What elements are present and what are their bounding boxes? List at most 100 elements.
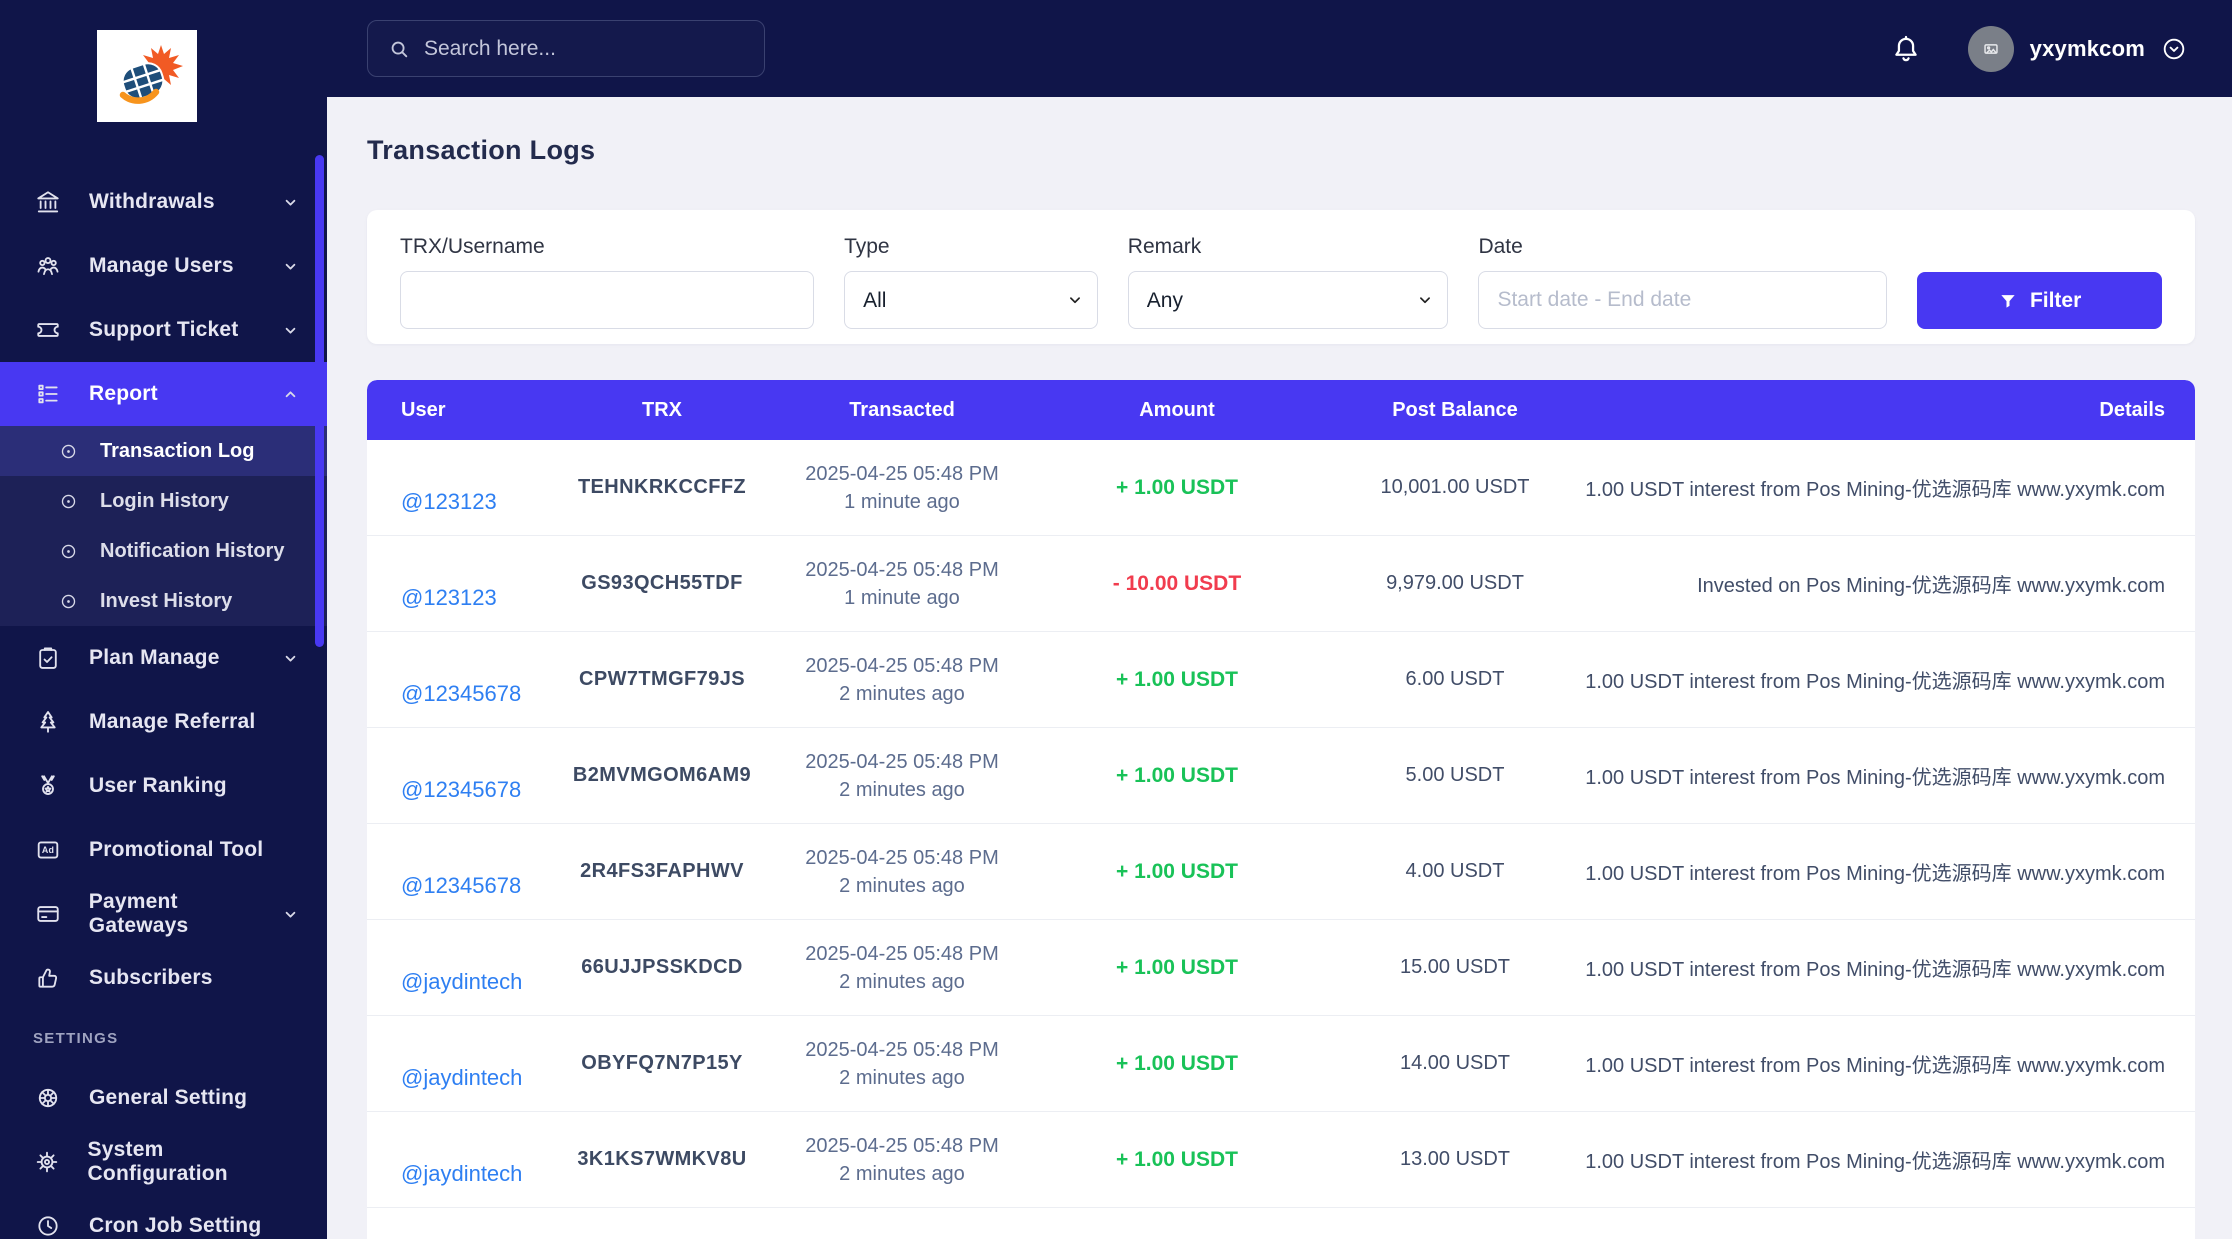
amount-value: + 1.00 USDT <box>1116 859 1238 883</box>
transacted-ago: 1 minute ago <box>844 586 960 609</box>
sidebar-item-label: Manage Users <box>89 254 234 277</box>
remark-label: Remark <box>1127 235 1202 258</box>
sidebar-item-label: Plan Manage <box>89 646 220 669</box>
user-link[interactable]: @12345678 <box>401 873 521 898</box>
transacted-ago: 1 minute ago <box>844 490 960 513</box>
column-header-trx: TRX <box>642 398 682 421</box>
transacted-time: 2025-04-25 05:48 PM 2 minutes ago <box>787 1132 1017 1188</box>
bank-icon <box>33 189 63 215</box>
sidebar-subitem-transaction-log[interactable]: Transaction Log <box>0 426 327 476</box>
amount-value: + 1.00 USDT <box>1116 667 1238 691</box>
trx-code: OBYFQ7N7P15Y <box>581 1052 743 1074</box>
report-list-icon <box>33 381 63 407</box>
ticket-icon <box>33 317 63 343</box>
avatar <box>1967 25 2014 72</box>
sidebar-subitem-invest-history[interactable]: Invest History <box>0 576 327 626</box>
table-row: @12345678 CPW7TMGF79JS 2025-04-25 05:48 PM… <box>367 632 2195 728</box>
sidebar-subitem-login-history[interactable]: Login History <box>0 476 327 526</box>
sidebar-item-label: Login History <box>100 489 229 512</box>
image-placeholder-icon <box>1983 43 1998 54</box>
chevron-up-icon <box>282 386 299 403</box>
filter-button[interactable]: Filter <box>1917 272 2162 329</box>
brand-logo[interactable] <box>97 30 197 122</box>
details-text: 1.00 USDT interest from Pos Mining-优选源码库… <box>1585 863 2165 885</box>
post-balance-value: 13.00 USDT <box>1399 1148 1511 1170</box>
topbar: yxymkcom <box>327 0 2232 97</box>
transacted-time: 2025-04-25 05:48 PM 2 minutes ago <box>787 748 1017 804</box>
transacted-date: 2025-04-25 05:48 PM <box>805 1134 999 1157</box>
trx-username-input[interactable] <box>400 271 815 329</box>
table-row: @jaydintech 3K1KS7WMKV8U 2025-04-25 05:48 … <box>367 1112 2195 1208</box>
transactions-table: User TRX Transacted Amount Post Balance Detai… <box>367 380 2195 1239</box>
transacted-date: 2025-04-25 05:48 PM <box>805 558 999 581</box>
content: Transaction Logs TRX/Username Type All R… <box>327 97 2232 1239</box>
sidebar-item-label: Cron Job Setting <box>89 1214 262 1237</box>
transacted-date: 2025-04-25 05:48 PM <box>805 462 999 485</box>
type-select[interactable]: All <box>844 271 1098 329</box>
sidebar-item-withdrawals[interactable]: Withdrawals <box>0 170 327 234</box>
user-link[interactable]: @jaydintech <box>401 969 522 994</box>
details-text: 1.00 USDT interest from Pos Mining-优选源码库… <box>1585 959 2165 981</box>
ad-icon: Ad <box>33 837 63 863</box>
dot-circle-icon <box>56 592 80 611</box>
sidebar-item-manage-referral[interactable]: Manage Referral <box>0 690 327 754</box>
details-text: 1.00 USDT interest from Pos Mining-优选源码库… <box>1585 1055 2165 1077</box>
thumbs-up-icon <box>33 965 63 991</box>
table-body: @123123 TEHNKRKCCFFZ 2025-04-25 05:48 PM 1 … <box>367 440 2195 1208</box>
sidebar-item-support-ticket[interactable]: Support Ticket <box>0 298 327 362</box>
svg-text:Ad: Ad <box>42 845 54 855</box>
sidebar-scrollbar-thumb[interactable] <box>315 155 324 647</box>
sidebar-item-subscribers[interactable]: Subscribers <box>0 946 327 1010</box>
search-input[interactable] <box>424 36 746 61</box>
amount-value: + 1.00 USDT <box>1116 763 1238 787</box>
chevron-down-icon <box>282 650 299 667</box>
user-link[interactable]: @jaydintech <box>401 1161 522 1186</box>
transacted-time: 2025-04-25 05:48 PM 2 minutes ago <box>787 940 1017 996</box>
trx-code: B2MVMGOM6AM9 <box>572 764 752 786</box>
notification-bell-icon[interactable] <box>1890 33 1922 65</box>
dot-circle-icon <box>56 542 80 561</box>
sidebar-item-system-configuration[interactable]: System Configuration <box>0 1130 327 1194</box>
gear-icon <box>33 1149 62 1175</box>
user-link[interactable]: @12345678 <box>401 777 521 802</box>
sidebar-menu: Withdrawals Manage Users Support Ticket Rep… <box>0 170 327 1239</box>
sidebar-item-plan-manage[interactable]: Plan Manage <box>0 626 327 690</box>
user-link[interactable]: @jaydintech <box>401 1065 522 1090</box>
sidebar-item-report[interactable]: Report <box>0 362 327 426</box>
user-link[interactable]: @123123 <box>401 489 497 514</box>
sidebar-item-label: Report <box>89 382 158 405</box>
sidebar-item-promotional-tool[interactable]: Ad Promotional Tool <box>0 818 327 882</box>
sidebar-item-label: Support Ticket <box>89 318 239 341</box>
global-search[interactable] <box>367 20 765 77</box>
date-range-input[interactable] <box>1478 271 1888 329</box>
sidebar-item-cron-job-setting[interactable]: Cron Job Setting <box>0 1194 327 1239</box>
sidebar-subitem-notification-history[interactable]: Notification History <box>0 526 327 576</box>
sidebar-item-label: Promotional Tool <box>89 838 264 861</box>
details-text: 1.00 USDT interest from Pos Mining-优选源码库… <box>1585 767 2165 789</box>
transacted-date: 2025-04-25 05:48 PM <box>805 1038 999 1061</box>
transacted-time: 2025-04-25 05:48 PM 1 minute ago <box>787 556 1017 612</box>
trx-code: TEHNKRKCCFFZ <box>577 476 747 498</box>
transacted-time: 2025-04-25 05:48 PM 1 minute ago <box>787 460 1017 516</box>
sidebar: Withdrawals Manage Users Support Ticket Rep… <box>0 0 327 1239</box>
sidebar-item-payment-gateways[interactable]: Payment Gateways <box>0 882 327 946</box>
table-row: @jaydintech 66UJJPSSKDCD 2025-04-25 05:48 … <box>367 920 2195 1016</box>
transacted-time: 2025-04-25 05:48 PM 2 minutes ago <box>787 844 1017 900</box>
post-balance-value: 10,001.00 USDT <box>1380 476 1530 498</box>
user-link[interactable]: @12345678 <box>401 681 521 706</box>
column-header-details: Details <box>2099 398 2165 421</box>
user-menu[interactable]: yxymkcom <box>1967 25 2187 72</box>
referral-tree-icon <box>33 709 63 735</box>
sidebar-item-manage-users[interactable]: Manage Users <box>0 234 327 298</box>
sidebar-item-general-setting[interactable]: General Setting <box>0 1066 327 1130</box>
transacted-ago: 2 minutes ago <box>839 874 965 897</box>
dot-circle-icon <box>56 492 80 511</box>
trx-code: GS93QCH55TDF <box>581 572 743 594</box>
sidebar-item-user-ranking[interactable]: User Ranking <box>0 754 327 818</box>
sidebar-section-settings: SETTINGS <box>33 1029 119 1047</box>
table-row: @123123 TEHNKRKCCFFZ 2025-04-25 05:48 PM 1 … <box>367 440 2195 536</box>
user-link[interactable]: @123123 <box>401 585 497 610</box>
funnel-icon <box>2001 294 2015 308</box>
remark-select[interactable]: Any <box>1127 271 1449 329</box>
transacted-time: 2025-04-25 05:48 PM 2 minutes ago <box>787 1036 1017 1092</box>
